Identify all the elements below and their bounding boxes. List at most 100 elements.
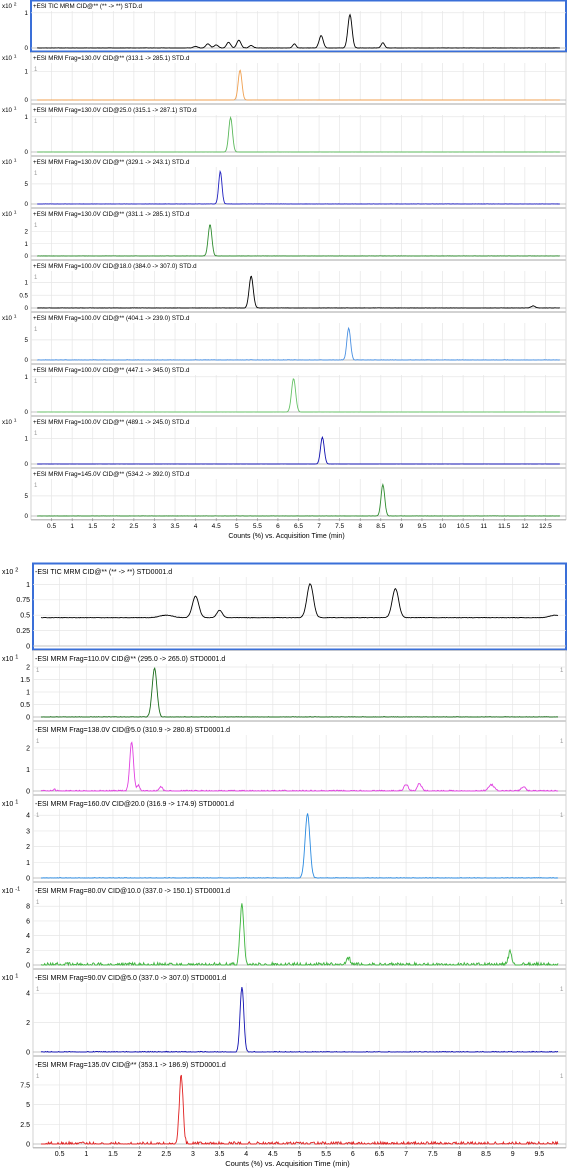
y-tick-label: 0 — [26, 1049, 30, 1056]
grid — [33, 983, 566, 1053]
y-tick-label: 0 — [25, 201, 29, 208]
x-tick-label: 0.5 — [55, 1151, 65, 1158]
panel-title: -ESI MRM Frag=135.0V CID@** (353.1 -> 18… — [35, 1062, 226, 1069]
x-tick-label: 1.5 — [88, 523, 97, 530]
y-tick-label: 0 — [25, 97, 29, 104]
y-scale-exponent: x10 -1 — [2, 887, 20, 896]
y-tick-label: 0.5 — [20, 702, 30, 709]
y-tick-label: 5 — [25, 493, 29, 500]
x-tick-label: 4.5 — [268, 1151, 278, 1158]
y-tick-label: 0 — [25, 149, 29, 156]
x-tick-label: 5.5 — [321, 1151, 331, 1158]
panel: 1 0 +ESI TIC MRM CID@** (** -> **) STD.d x1… — [2, 0, 567, 53]
y-tick-label: 7.5 — [20, 1082, 30, 1089]
x-tick-label: 3.5 — [215, 1151, 225, 1158]
panel: 2 1 0 -ESI MRM Frag=138.0V CID@5.0 (310.9 -… — [26, 721, 567, 795]
x-tick-label: 3.5 — [171, 523, 180, 530]
panel: 1 0 +ESI MRM Frag=100.0V CID@** (489.1 -> … — [2, 416, 567, 468]
grid — [33, 896, 566, 966]
panel-title: +ESI MRM Frag=130.0V CID@** (313.1 -> 28… — [33, 55, 190, 62]
x-axis: 0.5 1 1.5 2 2.5 3 3.5 4 4.5 5 5.5 6 6.5 7 7.5 8 8.5 9 9.5 C… — [33, 1146, 566, 1168]
y-tick-label: 0 — [25, 45, 29, 52]
x-tick-label: 9 — [400, 523, 404, 530]
y-tick-label: 0 — [26, 714, 30, 721]
x-tick-label: 8.5 — [376, 523, 385, 530]
y-tick-label: 1 — [25, 241, 29, 248]
x-tick-label: 8.5 — [481, 1151, 491, 1158]
grid — [33, 735, 566, 792]
y-tick-label: 0 — [26, 875, 30, 882]
panel: 1 0 +ESI MRM Frag=130.0V CID@** (313.1 -> … — [2, 52, 567, 104]
y-tick-label: 0 — [25, 253, 29, 260]
y-scale-exponent: x10 1 — [2, 106, 17, 115]
x-tick-label: 7 — [404, 1151, 408, 1158]
y-scale-exponent: x10 1 — [2, 158, 17, 167]
panel: 4 2 0 -ESI MRM Frag=90.0V CID@5.0 (337.0 ->… — [2, 969, 567, 1056]
panel-title: +ESI MRM Frag=100.0V CID@** (489.1 -> 24… — [33, 419, 190, 426]
y-tick-label: 1 — [26, 860, 30, 867]
grid — [33, 577, 566, 647]
x-tick-label: 6.5 — [375, 1151, 385, 1158]
y-tick-label: 2.5 — [20, 1122, 30, 1129]
y-tick-label: 0 — [26, 1141, 30, 1148]
x-tick-label: 5 — [298, 1151, 302, 1158]
y-tick-label: 1 — [26, 582, 30, 589]
y-tick-label: 5 — [26, 1102, 30, 1109]
x-tick-label: 8 — [457, 1151, 461, 1158]
panel-title: +ESI MRM Frag=100.0V CID@18.0 (384.0 -> … — [33, 263, 197, 270]
y-tick-label: 5 — [25, 181, 29, 188]
panel-title: -ESI MRM Frag=160.0V CID@20.0 (316.9 -> … — [35, 801, 234, 808]
x-tick-label: 4 — [244, 1151, 248, 1158]
panel-title: +ESI MRM Frag=130.0V CID@** (331.1 -> 28… — [33, 211, 190, 218]
y-tick-label: 2 — [26, 948, 30, 955]
x-tick-label: 1 — [70, 523, 74, 530]
y-tick-label: 0.5 — [19, 292, 28, 299]
x-tick-label: 4 — [194, 523, 198, 530]
y-tick-label: 2 — [26, 844, 30, 851]
x-tick-label: 7.5 — [428, 1151, 438, 1158]
x-tick-label: 1 — [84, 1151, 88, 1158]
y-tick-label: 0 — [25, 513, 29, 520]
x-tick-label: 6 — [276, 523, 280, 530]
y-tick-label: 4 — [26, 813, 30, 820]
y-tick-label: 0 — [25, 357, 29, 364]
panel: 4 3 2 1 0 -ESI MRM Frag=160.0V CID@20.0 (316.… — [2, 795, 567, 882]
y-tick-label: 3 — [26, 828, 30, 835]
panel-title: +ESI MRM Frag=130.0V CID@** (329.1 -> 24… — [33, 159, 190, 166]
x-tick-label: 11 — [480, 523, 487, 530]
y-tick-label: 2 — [26, 1020, 30, 1027]
y-tick-label: 0 — [26, 962, 30, 969]
x-tick-label: 8 — [358, 523, 362, 530]
x-tick-label: 10 — [439, 523, 447, 530]
y-scale-exponent: x10 1 — [2, 800, 18, 809]
y-scale-exponent: x10 1 — [2, 418, 17, 427]
y-tick-label: 0 — [25, 461, 29, 468]
y-tick-label: 1 — [26, 767, 30, 774]
panel: 7.5 5 2.5 0 -ESI MRM Frag=135.0V CID@** (353… — [20, 1056, 567, 1148]
panel-title: +ESI MRM Frag=100.0V CID@** (447.1 -> 34… — [33, 367, 190, 374]
x-tick-label: 5.5 — [253, 523, 262, 530]
panel-title: -ESI MRM Frag=80.0V CID@10.0 (337.0 -> 1… — [35, 888, 230, 895]
x-tick-label: 12 — [521, 523, 529, 530]
panel-title: -ESI TIC MRM CID@** (** -> **) STD0001.d — [35, 569, 172, 576]
y-tick-label: 0.25 — [16, 628, 30, 635]
y-tick-label: 1 — [25, 10, 29, 17]
x-tick-label: 9.5 — [534, 1151, 544, 1158]
x-tick-label: 11.5 — [498, 523, 511, 530]
x-tick-label: 9.5 — [417, 523, 426, 530]
y-scale-exponent: x10 1 — [2, 655, 18, 664]
x-tick-label: 4.5 — [212, 523, 221, 530]
panel: 5 0 +ESI MRM Frag=145.0V CID@** (534.2 -> … — [25, 468, 567, 520]
y-tick-label: 1 — [25, 69, 29, 76]
x-tick-label: 7.5 — [335, 523, 344, 530]
panel-title: +ESI MRM Frag=130.0V CID@25.0 (315.1 -> … — [33, 107, 197, 114]
y-tick-label: 1 — [25, 280, 29, 287]
panel-title: -ESI MRM Frag=90.0V CID@5.0 (337.0 -> 30… — [35, 975, 226, 982]
x-tick-label: 2.5 — [161, 1151, 171, 1158]
panel: 5 0 +ESI MRM Frag=100.0V CID@** (404.1 -> … — [2, 312, 567, 364]
y-tick-label: 1.5 — [20, 677, 30, 684]
x-tick-label: 5 — [235, 523, 239, 530]
chart-negative: 1 0.75 0.5 0.25 0 -ESI TIC MRM CID@** (** -> … — [2, 562, 567, 1168]
panel: 2 1 0 +ESI MRM Frag=130.0V CID@** (331.1 ->… — [2, 208, 567, 260]
y-tick-label: 0 — [26, 788, 30, 795]
